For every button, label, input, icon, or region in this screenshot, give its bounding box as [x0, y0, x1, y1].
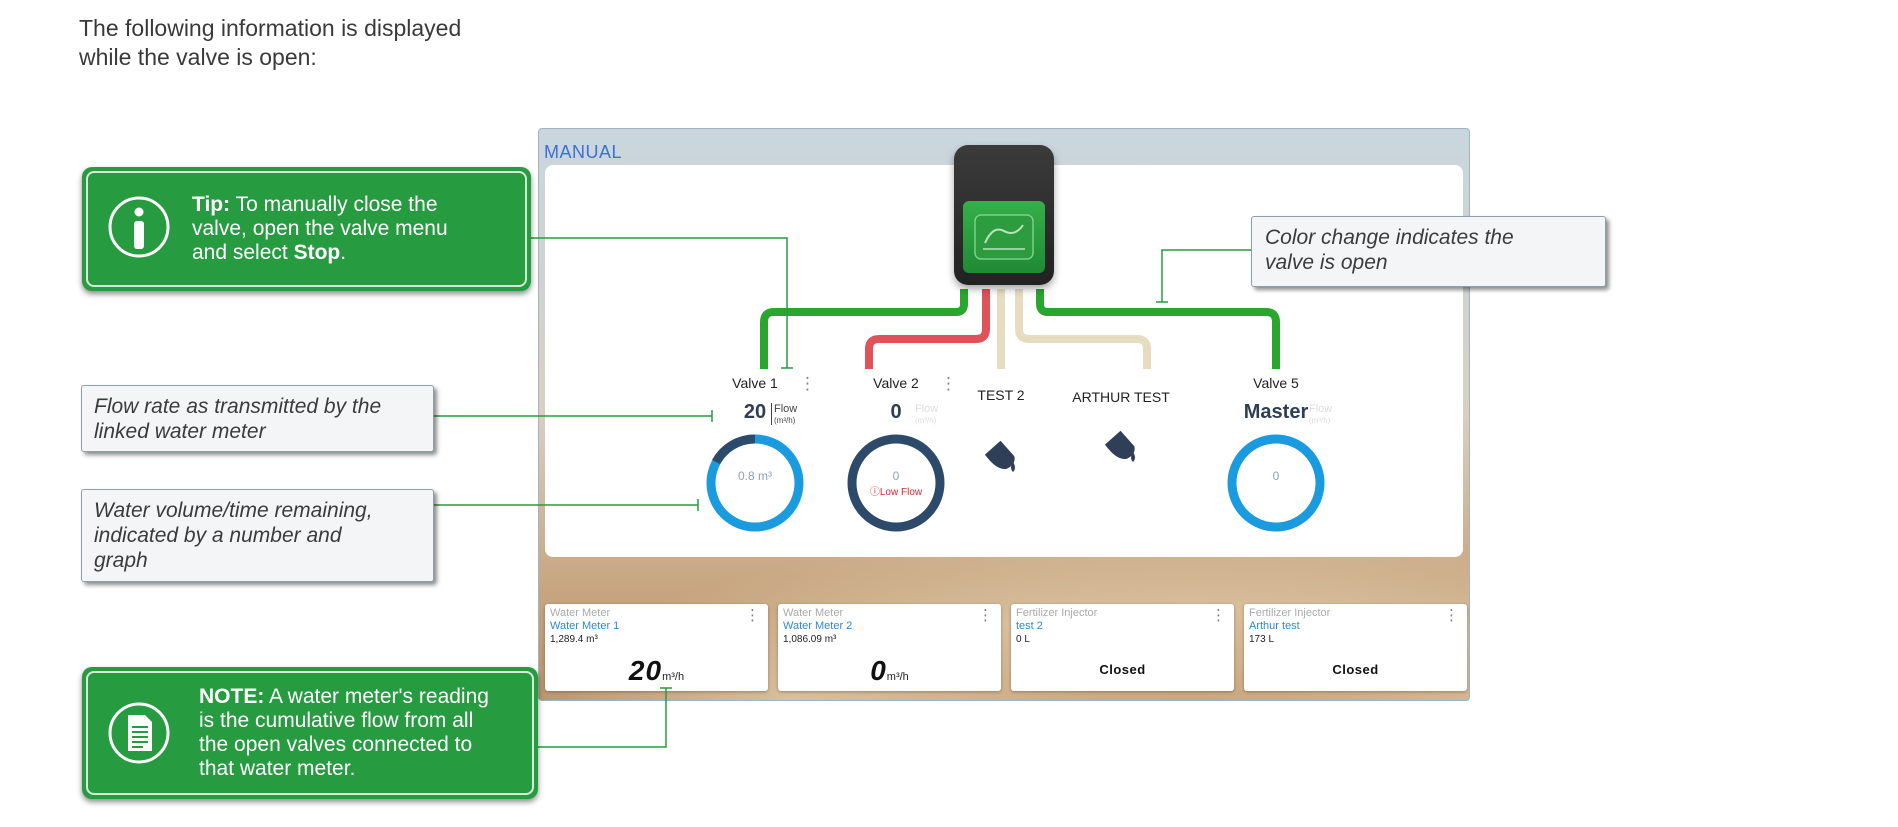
- card-type: Water Meter: [550, 607, 611, 619]
- fertilizer-test-2[interactable]: TEST 2: [936, 387, 1066, 480]
- card-cumulative-value: 1,289.4 m³: [550, 634, 598, 645]
- manual-screen: MANUAL Valve 1 ⋮ 20 Flow (m³/h) 0.8 m³ V…: [538, 128, 1470, 701]
- card-name[interactable]: Arthur test: [1249, 620, 1462, 632]
- card-type: Fertilizer Injector: [1016, 607, 1098, 619]
- valve-1-flow-unit: Flow (m³/h): [774, 403, 798, 426]
- controller-screen: [963, 201, 1045, 273]
- card-value: 173 L: [1249, 634, 1275, 645]
- intro-line-2: while the valve is open:: [79, 44, 317, 70]
- valve-5-name: Valve 5: [1253, 375, 1299, 391]
- valve-1-gauge: 0.8 m³: [705, 433, 805, 533]
- water-meter-1-card[interactable]: Water Meter Water Meter 1 1,289.4 m³ ⋮ 2…: [545, 604, 768, 691]
- card-type: Fertilizer Injector: [1249, 607, 1331, 619]
- card-type: Water Meter: [783, 607, 844, 619]
- valve-2-gauge: 0 ⓘLow Flow: [846, 433, 946, 533]
- controller-device: [954, 145, 1054, 285]
- valve-5-flow-unit: Flow (m³/h): [1309, 403, 1333, 426]
- valve-2-flow-rate: 0: [890, 401, 902, 423]
- valve-5-master-label: Master: [1243, 401, 1309, 423]
- fertilizer-test-2-name: TEST 2: [977, 387, 1025, 403]
- fertilizer-injector-test-2-card[interactable]: Fertilizer Injector test 2 0 L ⋮ Closed: [1011, 604, 1234, 691]
- card-cumulative-value: 1,086.09 m³: [783, 634, 837, 645]
- card-menu-icon[interactable]: ⋮: [1211, 606, 1226, 624]
- valve-5-flow: Master Flow (m³/h): [1211, 401, 1341, 429]
- valve-5[interactable]: Valve 5 Master Flow (m³/h) 0: [1211, 375, 1341, 533]
- water-volume-callout: Water volume/time remaining, indicated b…: [81, 489, 434, 582]
- card-menu-icon[interactable]: ⋮: [978, 606, 993, 624]
- card-name[interactable]: test 2: [1016, 620, 1229, 632]
- valve-1-menu-icon[interactable]: ⋮: [799, 374, 816, 394]
- intro-text: The following information is displayed w…: [79, 14, 499, 72]
- note-text: NOTE: A water meter's reading is the cum…: [199, 685, 489, 780]
- flow-rate-callout: Flow rate as transmitted by the linked w…: [81, 385, 434, 452]
- card-menu-icon[interactable]: ⋮: [1444, 606, 1459, 624]
- mode-label: MANUAL: [544, 142, 623, 162]
- tip-text: Tip: To manually close the valve, open t…: [192, 193, 448, 264]
- fertilizer-arthur-test[interactable]: ARTHUR TEST: [1066, 389, 1176, 470]
- valve-1-flow: 20 Flow (m³/h): [690, 401, 820, 429]
- water-meter-2-card[interactable]: Water Meter Water Meter 2 1,086.09 m³ ⋮ …: [778, 604, 1001, 691]
- valve-1[interactable]: Valve 1 ⋮ 20 Flow (m³/h) 0.8 m³: [690, 374, 820, 533]
- valve-2-low-flow-warning: ⓘLow Flow: [869, 487, 923, 498]
- valve-2-remaining: 0: [892, 469, 900, 483]
- fertilizer-bucket-icon: [977, 432, 1025, 480]
- valve-2-flow-unit: Flow (m³/h): [915, 403, 939, 426]
- note-callout: NOTE: A water meter's reading is the cum…: [82, 667, 538, 799]
- valve-1-flow-rate: 20: [743, 401, 767, 423]
- fertilizer-injector-arthur-test-card[interactable]: Fertilizer Injector Arthur test 173 L ⋮ …: [1244, 604, 1467, 691]
- card-name[interactable]: Water Meter 1: [550, 620, 763, 632]
- tip-callout: Tip: To manually close the valve, open t…: [82, 167, 531, 291]
- valve-5-gauge: 0: [1226, 433, 1326, 533]
- card-flow-reading: 20m³/h: [628, 655, 685, 686]
- card-name[interactable]: Water Meter 2: [783, 620, 996, 632]
- valve-5-remaining: 0: [1272, 469, 1280, 483]
- valve-1-remaining: 0.8 m³: [737, 469, 772, 483]
- fertilizer-bucket-icon: [1097, 422, 1145, 470]
- card-flow-reading: 0m³/h: [870, 655, 909, 686]
- color-change-callout: Color change indicates the valve is open: [1251, 216, 1606, 287]
- warning-icon: ⓘ: [869, 487, 880, 498]
- intro-line-1: The following information is displayed: [79, 15, 462, 41]
- card-value: 0 L: [1016, 634, 1030, 645]
- card-menu-icon[interactable]: ⋮: [745, 606, 760, 624]
- document-icon: [107, 701, 171, 765]
- card-state: Closed: [1332, 662, 1379, 677]
- info-icon: [107, 195, 171, 259]
- fertilizer-arthur-test-name: ARTHUR TEST: [1072, 389, 1170, 405]
- card-state: Closed: [1099, 662, 1146, 677]
